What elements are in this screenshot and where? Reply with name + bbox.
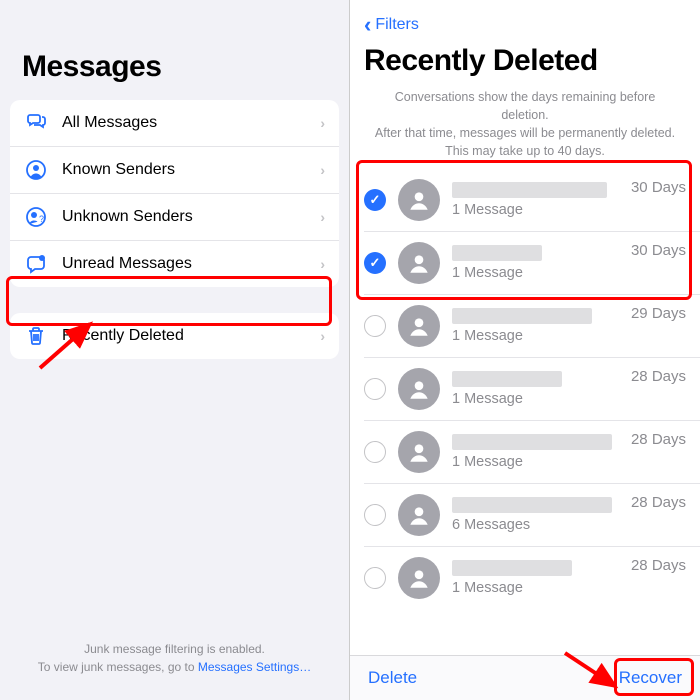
message-count: 1 Message bbox=[452, 265, 686, 281]
days-remaining: 28 Days bbox=[631, 431, 686, 448]
days-remaining: 28 Days bbox=[631, 557, 686, 574]
deleted-thread-list: 1 Message30 Days1 Message30 Days1 Messag… bbox=[350, 169, 700, 609]
filter-label: Unknown Senders bbox=[62, 208, 306, 226]
avatar bbox=[398, 179, 440, 221]
filter-label: Known Senders bbox=[62, 161, 306, 179]
redacted-name bbox=[452, 308, 592, 324]
junk-filter-footer: Junk message filtering is enabled. To vi… bbox=[0, 640, 349, 676]
avatar bbox=[398, 305, 440, 347]
message-count: 1 Message bbox=[452, 328, 686, 344]
filter-unknown-senders[interactable]: ? Unknown Senders › bbox=[10, 193, 339, 240]
filter-recently-deleted[interactable]: Recently Deleted › bbox=[10, 313, 339, 359]
deleted-thread-row[interactable]: 1 Message 30 Days bbox=[364, 231, 700, 294]
filter-all-messages[interactable]: All Messages › bbox=[10, 100, 339, 146]
back-to-filters[interactable]: ‹ Filters bbox=[350, 0, 700, 44]
message-count: 1 Message bbox=[452, 454, 686, 470]
chevron-right-icon: › bbox=[320, 162, 325, 178]
page-title: Recently Deleted bbox=[364, 44, 686, 78]
days-remaining: 30 Days bbox=[631, 179, 686, 196]
redacted-name bbox=[452, 245, 542, 261]
message-count: 6 Messages bbox=[452, 517, 686, 533]
messages-settings-link[interactable]: Messages Settings… bbox=[198, 660, 311, 674]
svg-text:?: ? bbox=[39, 214, 44, 224]
chevron-right-icon: › bbox=[320, 115, 325, 131]
person-circle-icon bbox=[24, 158, 48, 182]
footer-line: Junk message filtering is enabled. bbox=[0, 640, 349, 658]
filter-label: Unread Messages bbox=[62, 255, 306, 273]
message-count: 1 Message bbox=[452, 202, 686, 218]
chat-bubbles-icon bbox=[24, 111, 48, 135]
selection-checkbox[interactable] bbox=[364, 189, 386, 211]
redacted-name bbox=[452, 371, 562, 387]
deleted-thread-row[interactable]: 1 Message 30 Days bbox=[364, 169, 700, 231]
days-remaining: 29 Days bbox=[631, 305, 686, 322]
filter-list-card: All Messages › Known Senders › ? Unknown… bbox=[10, 100, 339, 287]
page-title: Messages bbox=[22, 50, 339, 84]
chevron-left-icon: ‹ bbox=[364, 12, 371, 38]
info-text: Conversations show the days remaining be… bbox=[350, 84, 700, 169]
unread-badge-icon bbox=[24, 252, 48, 276]
selection-checkbox[interactable] bbox=[364, 504, 386, 526]
deleted-thread-row[interactable]: 1 Message 29 Days bbox=[364, 294, 700, 357]
chevron-right-icon: › bbox=[320, 209, 325, 225]
avatar bbox=[398, 557, 440, 599]
toolbar: Delete Recover bbox=[350, 655, 700, 700]
selection-checkbox[interactable] bbox=[364, 378, 386, 400]
chevron-right-icon: › bbox=[320, 328, 325, 344]
filter-known-senders[interactable]: Known Senders › bbox=[10, 146, 339, 193]
filter-unread-messages[interactable]: Unread Messages › bbox=[10, 240, 339, 287]
recently-deleted-screen: ‹ Filters Recently Deleted Conversations… bbox=[350, 0, 700, 700]
deleted-thread-row[interactable]: 1 Message 28 Days bbox=[364, 420, 700, 483]
deleted-thread-row[interactable]: 6 Messages 28 Days bbox=[364, 483, 700, 546]
days-remaining: 28 Days bbox=[631, 368, 686, 385]
redacted-name bbox=[452, 182, 607, 198]
delete-button[interactable]: Delete bbox=[368, 668, 417, 688]
selection-checkbox[interactable] bbox=[364, 441, 386, 463]
filter-label: All Messages bbox=[62, 114, 306, 132]
deleted-thread-row[interactable]: 1 Message 28 Days bbox=[364, 357, 700, 420]
message-count: 1 Message bbox=[452, 391, 686, 407]
avatar bbox=[398, 242, 440, 284]
redacted-name bbox=[452, 560, 572, 576]
avatar bbox=[398, 494, 440, 536]
filter-label: Recently Deleted bbox=[62, 327, 306, 345]
recently-deleted-card: Recently Deleted › bbox=[10, 313, 339, 359]
message-count: 1 Message bbox=[452, 580, 686, 596]
avatar bbox=[398, 368, 440, 410]
selection-checkbox[interactable] bbox=[364, 252, 386, 274]
footer-line: To view junk messages, go to Messages Se… bbox=[0, 658, 349, 676]
days-remaining: 28 Days bbox=[631, 494, 686, 511]
person-question-icon: ? bbox=[24, 205, 48, 229]
selection-checkbox[interactable] bbox=[364, 315, 386, 337]
trash-icon bbox=[24, 324, 48, 348]
deleted-thread-row[interactable]: 1 Message 28 Days bbox=[364, 546, 700, 609]
recover-button[interactable]: Recover bbox=[619, 668, 682, 688]
avatar bbox=[398, 431, 440, 473]
chevron-right-icon: › bbox=[320, 256, 325, 272]
days-remaining: 30 Days bbox=[631, 242, 686, 259]
selection-checkbox[interactable] bbox=[364, 567, 386, 589]
back-label: Filters bbox=[375, 16, 419, 34]
messages-filter-screen: Messages All Messages › Known Senders › … bbox=[0, 0, 350, 700]
redacted-name bbox=[452, 434, 612, 450]
redacted-name bbox=[452, 497, 612, 513]
